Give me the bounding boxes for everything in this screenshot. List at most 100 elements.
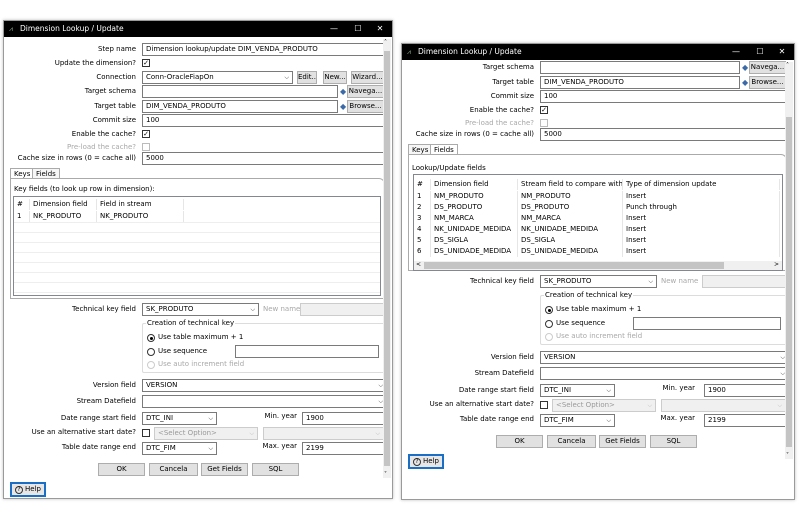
alternative-start-checkbox[interactable] xyxy=(540,401,548,409)
minimize-button[interactable]: — xyxy=(726,44,746,60)
date-range-start-select[interactable]: DTC_INI ⌵ xyxy=(540,384,615,397)
max-year-input[interactable]: 2199 xyxy=(302,442,384,455)
commit-size-input[interactable]: 100 xyxy=(540,90,789,103)
table-cell[interactable]: NK_UNIDADE_MEDIDA xyxy=(431,224,518,235)
alternative-start-value-select[interactable]: ⌵ xyxy=(661,399,786,412)
column-header[interactable]: Field in stream xyxy=(97,199,184,210)
alternative-start-select[interactable]: <Select Option> ⌵ xyxy=(154,427,258,440)
table-cell[interactable]: DS_SIGLA xyxy=(518,235,623,246)
navega-button[interactable]: Navega... xyxy=(347,85,384,98)
table-cell[interactable]: 1 xyxy=(414,191,431,202)
use-sequence-radio[interactable] xyxy=(147,348,155,356)
table-cell[interactable]: Insert xyxy=(623,235,780,246)
table-cell[interactable]: 1 xyxy=(14,211,30,222)
scroll-right-icon[interactable]: > xyxy=(774,261,779,268)
maximize-button[interactable]: ☐ xyxy=(348,21,368,37)
get-fields-button[interactable]: Get Fields xyxy=(599,435,646,448)
target-schema-input[interactable] xyxy=(540,61,740,74)
close-button[interactable]: ✕ xyxy=(772,44,792,60)
close-button[interactable]: ✕ xyxy=(370,21,390,37)
help-button[interactable]: ? Help xyxy=(10,482,46,497)
column-header[interactable]: Type of dimension update xyxy=(623,179,780,190)
column-header[interactable]: Dimension field xyxy=(431,179,518,190)
date-range-end-select[interactable]: DTC_FIM ⌵ xyxy=(540,414,615,427)
version-field-select[interactable]: VERSION ⌵ xyxy=(540,351,789,364)
minimize-button[interactable]: — xyxy=(324,21,344,37)
vertical-scrollbar[interactable]: ˄ ˅ xyxy=(785,62,793,459)
table-cell[interactable]: NM_MARCA xyxy=(431,213,518,224)
table-cell[interactable]: NK_PRODUTO xyxy=(30,211,97,222)
ok-button[interactable]: OK xyxy=(496,435,543,448)
cache-size-input[interactable]: 5000 xyxy=(142,152,387,165)
column-header[interactable]: Stream field to compare with xyxy=(518,179,623,190)
target-table-input[interactable]: DIM_VENDA_PRODUTO xyxy=(142,100,338,113)
table-cell[interactable]: Insert xyxy=(623,246,780,257)
cancel-button[interactable]: Cancela xyxy=(547,435,596,448)
date-range-end-select[interactable]: DTC_FIM ⌵ xyxy=(142,442,217,455)
table-cell[interactable]: NM_PRODUTO xyxy=(431,191,518,202)
scrollbar-thumb[interactable] xyxy=(384,51,390,466)
sequence-input[interactable] xyxy=(235,345,379,358)
help-button[interactable]: ? Help xyxy=(408,454,444,469)
table-cell[interactable]: NM_PRODUTO xyxy=(518,191,623,202)
table-cell[interactable]: NK_UNIDADE_MEDIDA xyxy=(518,224,623,235)
target-table-input[interactable]: DIM_VENDA_PRODUTO xyxy=(540,76,740,89)
use-sequence-radio[interactable] xyxy=(545,320,553,328)
get-fields-button[interactable]: Get Fields xyxy=(201,463,248,476)
wizard-button[interactable]: Wizard... xyxy=(351,71,384,84)
enable-cache-checkbox[interactable]: ✓ xyxy=(540,106,548,114)
cache-size-input[interactable]: 5000 xyxy=(540,128,789,141)
table-cell[interactable]: Insert xyxy=(623,191,780,202)
alternative-start-select[interactable]: <Select Option> ⌵ xyxy=(552,399,656,412)
connection-select[interactable]: Conn-OracleFiapOn ⌵ xyxy=(142,71,293,84)
new-connection-button[interactable]: New... xyxy=(323,71,347,84)
column-header[interactable]: # xyxy=(14,199,30,210)
cancel-button[interactable]: Cancela xyxy=(149,463,198,476)
alternative-start-value-select[interactable]: ⌵ xyxy=(263,427,384,440)
min-year-input[interactable]: 1900 xyxy=(704,384,786,397)
max-year-input[interactable]: 2199 xyxy=(704,414,786,427)
scroll-up-icon[interactable]: ˄ xyxy=(786,62,789,69)
min-year-input[interactable]: 1900 xyxy=(302,412,384,425)
table-cell[interactable]: NM_MARCA xyxy=(518,213,623,224)
browse-button[interactable]: Browse... xyxy=(749,76,786,89)
stream-datefield-select[interactable]: ⌵ xyxy=(142,395,387,408)
version-field-select[interactable]: VERSION ⌵ xyxy=(142,379,387,392)
horizontal-scrollbar[interactable]: < > xyxy=(414,261,782,270)
table-cell[interactable]: Insert xyxy=(623,213,780,224)
scroll-up-icon[interactable]: ˄ xyxy=(384,39,387,46)
scroll-down-icon[interactable]: ˅ xyxy=(786,452,789,459)
navega-button[interactable]: Navega... xyxy=(749,61,786,74)
table-cell[interactable]: DS_PRODUTO xyxy=(431,202,518,213)
table-cell[interactable]: Insert xyxy=(623,224,780,235)
alternative-start-checkbox[interactable] xyxy=(142,429,150,437)
table-cell[interactable]: 4 xyxy=(414,224,431,235)
table-cell[interactable]: Punch through xyxy=(623,202,780,213)
sequence-input[interactable] xyxy=(633,317,781,330)
use-table-max-radio[interactable] xyxy=(147,334,155,342)
browse-button[interactable]: Browse... xyxy=(347,100,384,113)
update-dimension-checkbox[interactable]: ✓ xyxy=(142,59,150,67)
table-cell[interactable]: DS_UNIDADE_MEDIDA xyxy=(431,246,518,257)
table-cell[interactable]: DS_SIGLA xyxy=(431,235,518,246)
table-cell[interactable]: DS_UNIDADE_MEDIDA xyxy=(518,246,623,257)
technical-key-select[interactable]: SK_PRODUTO ⌵ xyxy=(142,303,259,316)
column-header[interactable]: # xyxy=(414,179,431,190)
ok-button[interactable]: OK xyxy=(98,463,145,476)
enable-cache-checkbox[interactable]: ✓ xyxy=(142,130,150,138)
table-cell[interactable]: 3 xyxy=(414,213,431,224)
scroll-down-icon[interactable]: ˅ xyxy=(384,471,387,478)
maximize-button[interactable]: ☐ xyxy=(750,44,770,60)
edit-connection-button[interactable]: Edit... xyxy=(297,71,317,84)
table-cell[interactable]: 5 xyxy=(414,235,431,246)
scrollbar-thumb[interactable] xyxy=(424,262,724,269)
sql-button[interactable]: SQL xyxy=(650,435,697,448)
target-schema-input[interactable] xyxy=(142,85,338,98)
table-cell[interactable]: 2 xyxy=(414,202,431,213)
scrollbar-thumb[interactable] xyxy=(786,117,792,447)
table-cell[interactable]: 6 xyxy=(414,246,431,257)
column-header[interactable]: Dimension field xyxy=(30,199,97,210)
date-range-start-select[interactable]: DTC_INI ⌵ xyxy=(142,412,217,425)
scroll-left-icon[interactable]: < xyxy=(416,261,421,268)
new-name-input[interactable] xyxy=(702,275,786,288)
